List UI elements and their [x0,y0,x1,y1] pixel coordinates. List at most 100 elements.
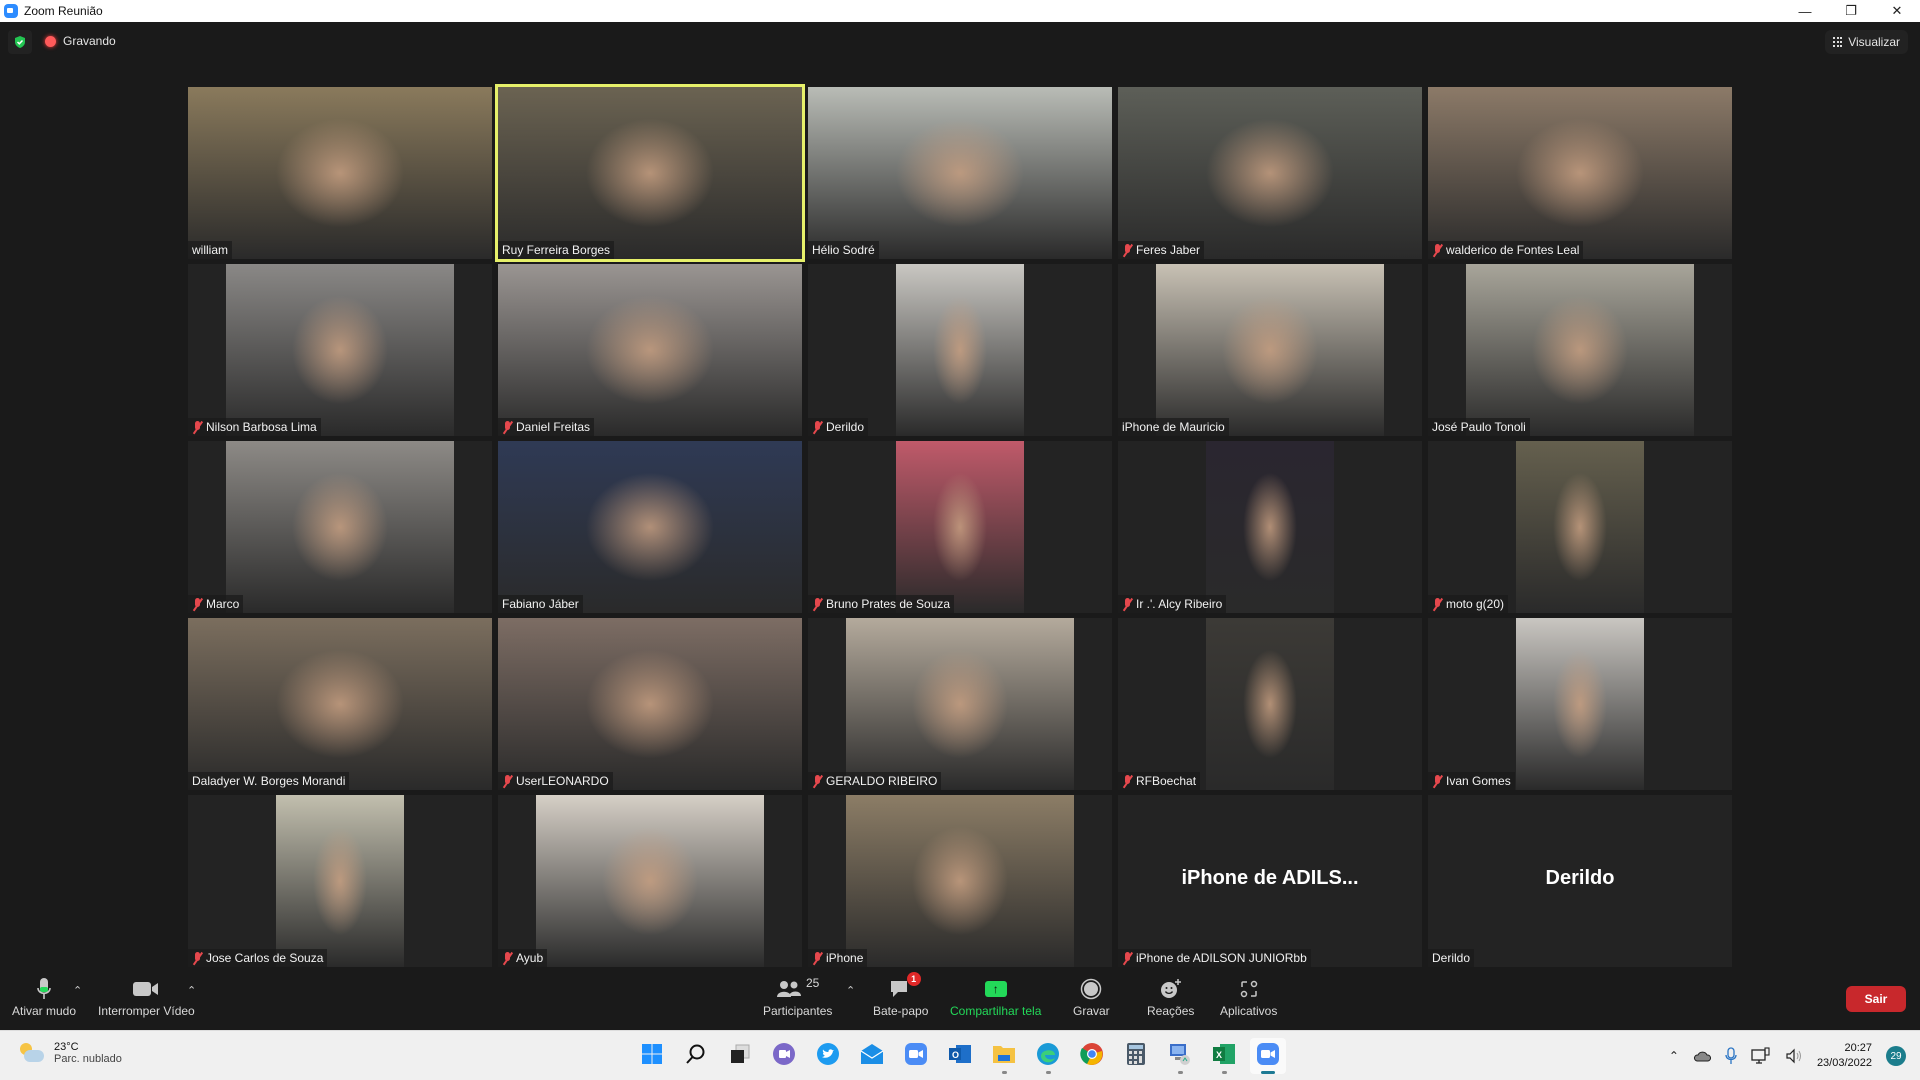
participant-nameplate: Feres Jaber [1118,241,1205,259]
participant-tile[interactable]: iPhone [808,795,1112,967]
participants-button[interactable]: 25 Participantes [763,976,832,1018]
participant-name: Bruno Prates de Souza [826,597,951,611]
minimize-button[interactable]: — [1782,0,1828,22]
participant-tile[interactable]: Jose Carlos de Souza [188,795,492,967]
reaction-icon [1160,979,1181,998]
participant-nameplate: Jose Carlos de Souza [188,949,328,967]
taskbar-app-teams-chat[interactable] [766,1038,802,1074]
taskbar-app-remote-desktop[interactable] [1162,1038,1198,1074]
taskbar-app-edge[interactable] [1030,1038,1066,1074]
participant-name: Ruy Ferreira Borges [502,243,611,257]
participant-tile[interactable]: UserLEONARDO [498,618,802,790]
participant-video [896,441,1024,613]
meeting-top-bar: Gravando Visualizar [0,22,1920,62]
restore-button[interactable]: ❐ [1828,0,1874,22]
record-button[interactable]: Gravar [1073,976,1110,1018]
muted-microphone-icon [502,774,513,788]
share-screen-button[interactable]: ↑ Compartilhar tela [950,976,1041,1018]
volume-icon[interactable] [1785,1048,1803,1064]
reactions-button[interactable]: Reações [1147,976,1194,1018]
file-explorer-icon [992,1043,1016,1070]
participant-nameplate: UserLEONARDO [498,772,613,790]
participant-tile[interactable]: Ayub [498,795,802,967]
weather-widget[interactable]: 23°C Parc. nublado [18,1041,122,1065]
participant-tile[interactable]: iPhone de Mauricio [1118,264,1422,436]
participant-tile[interactable]: Ir .'. Alcy Ribeiro [1118,441,1422,613]
mute-button[interactable]: Ativar mudo [12,976,76,1018]
taskbar-app-search[interactable] [678,1038,714,1074]
taskbar-app-excel[interactable]: X [1206,1038,1242,1074]
muted-microphone-icon [812,774,823,788]
participants-options-caret[interactable]: ⌃ [846,984,855,997]
taskbar-app-zoom-pinned[interactable] [898,1038,934,1074]
mail-icon [860,1043,884,1070]
onedrive-icon[interactable] [1693,1050,1711,1062]
video-options-caret[interactable]: ⌃ [187,984,196,997]
running-indicator [1221,1071,1227,1074]
participant-tile[interactable]: moto g(20) [1428,441,1732,613]
chat-button[interactable]: 1 Bate-papo [873,972,928,1018]
network-icon[interactable] [1751,1047,1771,1065]
muted-microphone-icon [192,597,203,611]
participant-tile[interactable]: Ivan Gomes [1428,618,1732,790]
participant-name: Fabiano Jáber [502,597,579,611]
participant-nameplate: iPhone de ADILSON JUNIORbb [1118,949,1311,967]
close-button[interactable]: ✕ [1874,0,1920,22]
participant-tile[interactable]: Derildo [808,264,1112,436]
running-indicator [1001,1071,1007,1074]
muted-microphone-icon [1122,774,1133,788]
participant-tile[interactable]: william [188,87,492,259]
recording-indicator[interactable]: Gravando [45,34,116,48]
muted-microphone-icon [812,420,823,434]
audio-options-caret[interactable]: ⌃ [73,984,82,997]
participant-tile[interactable]: iPhone de ADILS... iPhone de ADILSON JUNI… [1118,795,1422,967]
leave-meeting-button[interactable]: Sair [1846,986,1906,1012]
taskbar-app-twitter[interactable] [810,1038,846,1074]
participant-tile[interactable]: Ruy Ferreira Borges [495,84,805,262]
participants-icon [777,981,801,997]
taskbar-app-task-view[interactable] [722,1038,758,1074]
muted-microphone-icon [1432,243,1443,257]
participant-name: moto g(20) [1446,597,1505,611]
participant-nameplate: moto g(20) [1428,595,1509,613]
taskbar-clock[interactable]: 20:27 23/03/2022 [1817,1041,1872,1071]
taskbar-app-calculator[interactable] [1118,1038,1154,1074]
participant-name: Daniel Freitas [516,420,591,434]
taskbar-app-zoom[interactable] [1250,1038,1286,1074]
calculator-icon [1126,1042,1146,1071]
participant-tile[interactable]: Bruno Prates de Souza [808,441,1112,613]
show-hidden-icons-icon[interactable]: ⌃ [1669,1049,1679,1063]
participant-tile[interactable]: Marco [188,441,492,613]
participant-tile[interactable]: Fabiano Jáber [498,441,802,613]
taskbar-app-outlook[interactable]: O [942,1038,978,1074]
participant-tile[interactable]: walderico de Fontes Leal [1428,87,1732,259]
muted-microphone-icon [1432,774,1443,788]
participant-tile[interactable]: GERALDO RIBEIRO [808,618,1112,790]
participant-name: Ir .'. Alcy Ribeiro [1136,597,1223,611]
participant-tile[interactable]: José Paulo Tonoli [1428,264,1732,436]
participant-tile[interactable]: Hélio Sodré [808,87,1112,259]
participant-tile[interactable]: Daniel Freitas [498,264,802,436]
record-icon [1081,978,1102,1000]
participant-tile[interactable]: Derildo Derildo [1428,795,1732,967]
taskbar-app-file-explorer[interactable] [986,1038,1022,1074]
taskbar-app-chrome[interactable] [1074,1038,1110,1074]
apps-button[interactable]: Aplicativos [1220,976,1277,1018]
participant-tile[interactable]: Nilson Barbosa Lima [188,264,492,436]
view-button[interactable]: Visualizar [1825,30,1908,54]
notification-badge[interactable]: 29 [1886,1046,1906,1066]
participant-tile[interactable]: Daladyer W. Borges Morandi [188,618,492,790]
weather-description: Parc. nublado [54,1053,122,1065]
taskbar-app-start[interactable] [634,1038,670,1074]
video-button[interactable]: Interromper Vídeo [98,976,195,1018]
zoom-pinned-icon [904,1042,928,1071]
start-icon [641,1043,663,1070]
microphone-in-use-icon[interactable] [1725,1047,1737,1065]
muted-microphone-icon [1122,597,1133,611]
muted-microphone-icon [1122,243,1133,257]
security-button[interactable] [8,30,32,54]
taskbar-app-mail[interactable] [854,1038,890,1074]
participant-tile[interactable]: Feres Jaber [1118,87,1422,259]
participant-tile[interactable]: RFBoechat [1118,618,1422,790]
meeting-toolbar: Ativar mudo ⌃ Interromper Vídeo ⌃ 25 Par… [0,972,1920,1030]
